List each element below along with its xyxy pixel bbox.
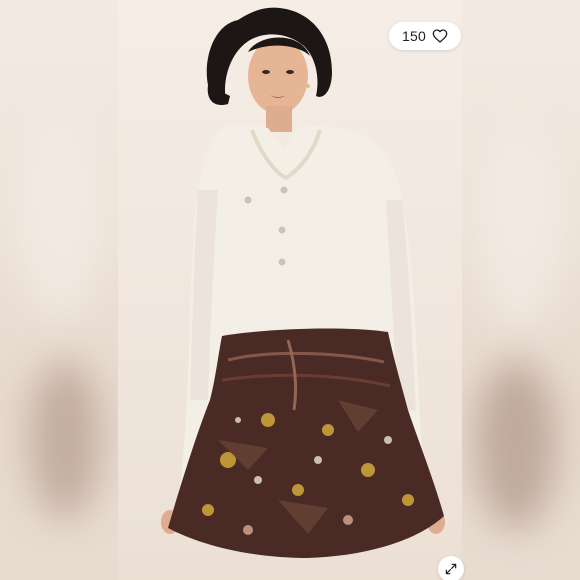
face [248,38,308,114]
blurred-background-right [462,0,580,580]
model-illustration [161,7,445,558]
product-photo[interactable] [118,0,462,580]
like-button[interactable]: 150 [389,22,461,50]
blurred-background-left [0,0,118,580]
like-count: 150 [402,28,426,44]
product-image-viewer: 150 [0,0,580,580]
heart-icon [432,29,448,43]
expand-arrows-icon [445,563,457,575]
expand-button[interactable] [438,556,464,580]
